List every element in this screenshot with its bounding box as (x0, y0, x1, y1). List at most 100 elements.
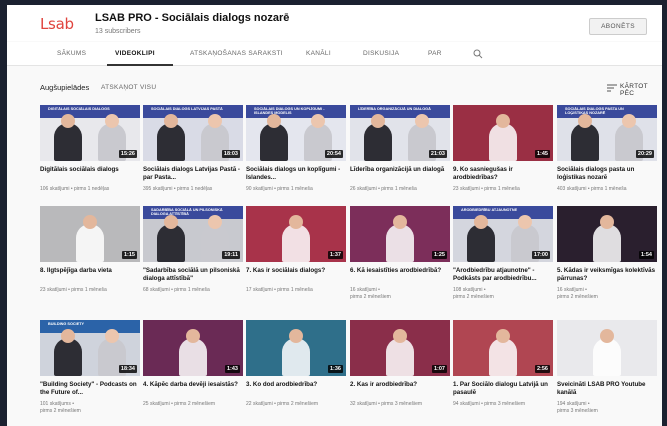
sort-icon[interactable] (607, 84, 617, 92)
video-thumbnail[interactable]: 1:25 (350, 206, 450, 262)
video-duration: 18:03 (221, 150, 240, 158)
video-meta: 194 skatījumi • (557, 401, 590, 407)
video-meta-age: pirms 2 mēnešiem (40, 408, 81, 414)
tab-about[interactable]: PAR (428, 50, 442, 57)
video-meta: 32 skatījumi • pirms 3 mēnešiem (350, 401, 423, 407)
video-meta: 108 skatījumi • (453, 287, 486, 293)
video-title[interactable]: Sociālais dialogs pasta un loģistikas no… (557, 166, 657, 183)
channel-title: LSAB PRO - Sociālais dialogs nozarē (95, 12, 290, 24)
play-all-link[interactable]: ATSKAŅOT VISU (101, 84, 156, 91)
video-title[interactable]: Digitālais sociālais dialogs (40, 166, 140, 174)
subscriber-count: 13 subscribers (95, 28, 141, 35)
person-figure (282, 224, 310, 262)
thumbnail-title-band: Arodbiedrību atjaunotne (453, 206, 553, 219)
person-head (600, 215, 614, 229)
search-icon[interactable] (473, 49, 483, 59)
video-title[interactable]: Sveicināti LSAB PRO Youtube kanālā (557, 381, 657, 398)
video-duration: 1:36 (327, 365, 343, 373)
person-figure (179, 338, 207, 376)
tab-discussion[interactable]: DISKUSIJA (363, 50, 399, 57)
video-thumbnail[interactable]: Building Society 18:34 (40, 320, 140, 376)
person-head (61, 329, 75, 343)
video-title[interactable]: Sociālais dialogs un koplīgumi - Islande… (246, 166, 346, 183)
thumbnail-title-band: Sociālais dialogs un koplīgumi - Islande… (246, 105, 346, 118)
video-thumbnail[interactable]: Digitālais sociālais dialogs 15:26 (40, 105, 140, 161)
video-meta: 90 skatījumi • pirms 1 mēneša (246, 186, 313, 192)
video-title[interactable]: Līderība organizācijā un dialogā (350, 166, 450, 174)
thumbnail-caption: Sociālais dialogs pasta un loģistikas no… (565, 107, 624, 116)
video-duration: 1:37 (327, 251, 343, 259)
video-title[interactable]: 1. Par Sociālo dialogu Latvijā un pasaul… (453, 381, 553, 398)
video-thumbnail[interactable]: Sadarbība sociālā un pilsoniskā dialoga … (143, 206, 243, 262)
video-thumbnail[interactable] (557, 320, 657, 376)
video-title[interactable]: 3. Ko dod arodbiedrība? (246, 381, 346, 389)
video-title[interactable]: 8. Ilgtspējīga darba vieta (40, 267, 140, 275)
sort-by-label[interactable]: KĀRTOT PĒC (620, 83, 662, 97)
video-meta-age: pirms 3 mēnešiem (557, 408, 598, 414)
thumbnail-caption: Arodbiedrību atjaunotne (461, 208, 518, 212)
tab-home[interactable]: SĀKUMS (57, 50, 86, 57)
video-thumbnail[interactable]: 1:37 (246, 206, 346, 262)
tab-channels[interactable]: KANĀLI (306, 50, 331, 57)
video-thumbnail[interactable]: Arodbiedrību atjaunotne 17:00 (453, 206, 553, 262)
person-head (83, 215, 97, 229)
video-thumbnail[interactable]: Sociālais dialogs un koplīgumi - Islande… (246, 105, 346, 161)
person-figure (386, 338, 414, 376)
thumbnail-title-band: Līderība organizācijā un dialogā (350, 105, 450, 118)
video-thumbnail[interactable]: Sociālais dialogs Latvijas Pastā 18:03 (143, 105, 243, 161)
video-meta: 403 skatījumi • pirms 1 mēneša (557, 186, 627, 192)
subscribed-button[interactable]: ABONĒTS (589, 18, 647, 35)
person-head (289, 215, 303, 229)
person-figure (364, 123, 392, 161)
person-head (393, 329, 407, 343)
video-meta: 106 skatījumi • pirms 1 nedēļas (40, 186, 110, 192)
video-meta-age: pirms 2 mēnešiem (350, 294, 391, 300)
video-title[interactable]: "Arodbiedrību atjaunotne" - Podkāsts par… (453, 267, 553, 284)
video-duration: 2:56 (534, 365, 550, 373)
video-title[interactable]: "Building Society" - Podcasts on the Fut… (40, 381, 140, 398)
person-head (61, 114, 75, 128)
video-duration: 15:26 (118, 150, 137, 158)
video-thumbnail[interactable]: 1:15 (40, 206, 140, 262)
video-duration: 21:03 (428, 150, 447, 158)
tab-playlists[interactable]: ATSKAŅOŠANAS SARAKSTI (190, 50, 283, 57)
youtube-channel-page: Lsab LSAB PRO - Sociālais dialogs nozarē… (7, 5, 662, 426)
person-head (496, 114, 510, 128)
person-head (186, 329, 200, 343)
video-title[interactable]: Sociālais dialogs Latvijas Pastā - par P… (143, 166, 243, 183)
video-title[interactable]: 2. Kas ir arodbiedrība? (350, 381, 450, 389)
video-duration: 17:00 (531, 251, 550, 259)
video-thumbnail[interactable]: Sociālais dialogs pasta un loģistikas no… (557, 105, 657, 161)
video-thumbnail[interactable]: 2:56 (453, 320, 553, 376)
person-figure (76, 224, 104, 262)
channel-header: Lsab LSAB PRO - Sociālais dialogs nozarē… (7, 5, 662, 41)
video-thumbnail[interactable]: 1:07 (350, 320, 450, 376)
video-duration: 19:11 (222, 251, 240, 259)
channel-logo[interactable]: Lsab (40, 15, 74, 33)
person-head (393, 215, 407, 229)
video-title[interactable]: 7. Kas ir sociālais dialogs? (246, 267, 346, 275)
tab-videos[interactable]: VIDEOKLIPI (115, 50, 155, 57)
video-title[interactable]: 5. Kādas ir veiksmīgas kolektīvās pārrun… (557, 267, 657, 284)
person-head (622, 114, 636, 128)
channel-tabs: SĀKUMS VIDEOKLIPI ATSKAŅOŠANAS SARAKSTI … (7, 42, 662, 66)
thumbnail-caption: Digitālais sociālais dialogs (48, 107, 110, 111)
person-figure (386, 224, 414, 262)
person-figure (489, 338, 517, 376)
person-head (371, 114, 385, 128)
video-duration: 20:54 (324, 150, 343, 158)
video-title[interactable]: 6. Kā iesaistīties arodbiedrībā? (350, 267, 450, 275)
thumbnail-title-band: Digitālais sociālais dialogs (40, 105, 140, 118)
uploads-title: Augšupielādes (40, 83, 90, 92)
video-duration: 1:07 (431, 365, 447, 373)
video-title[interactable]: 9. Ko sasniegušas ir arodbiedrības? (453, 166, 553, 183)
video-title[interactable]: "Sadarbība sociālā un pilsoniskā dialoga… (143, 267, 243, 284)
video-title[interactable]: 4. Kāpēc darba devēji iesaistās? (143, 381, 243, 389)
video-thumbnail[interactable]: 1:45 (453, 105, 553, 161)
video-meta: 395 skatījumi • pirms 1 nedēļas (143, 186, 213, 192)
video-thumbnail[interactable]: 1:54 (557, 206, 657, 262)
video-thumbnail[interactable]: 1:43 (143, 320, 243, 376)
video-thumbnail[interactable]: Līderība organizācijā un dialogā 21:03 (350, 105, 450, 161)
video-thumbnail[interactable]: 1:36 (246, 320, 346, 376)
person-figure (282, 338, 310, 376)
